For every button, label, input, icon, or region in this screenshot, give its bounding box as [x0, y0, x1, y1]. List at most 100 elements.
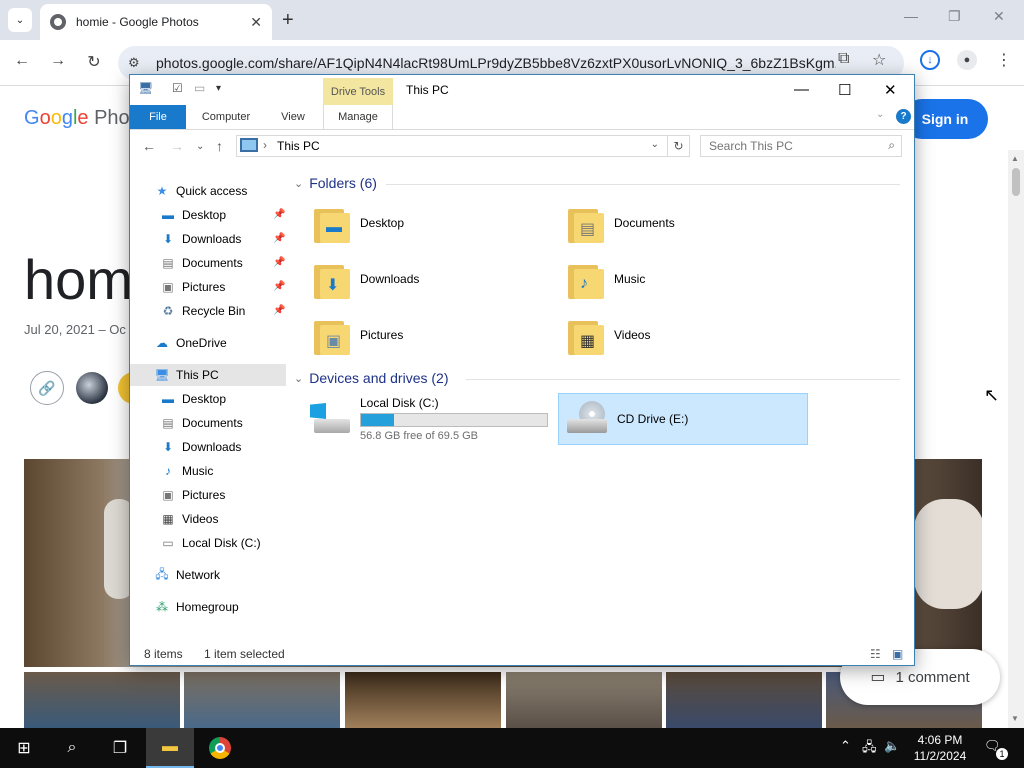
- profile-icon[interactable]: ●: [957, 50, 977, 70]
- menu-kebab-icon[interactable]: ⋮: [996, 50, 1012, 70]
- file-explorer-taskbar-icon[interactable]: ▬: [146, 728, 194, 768]
- expand-ribbon-icon[interactable]: ⌄: [876, 109, 884, 120]
- nav-quick-desktop[interactable]: ▬ Desktop: [160, 204, 226, 226]
- maximize-icon[interactable]: ☐: [838, 81, 851, 99]
- tab-close-icon[interactable]: ✕: [250, 14, 262, 31]
- network-tray-icon[interactable]: 🖧: [862, 738, 877, 760]
- scroll-down-icon[interactable]: ▼: [1011, 714, 1019, 723]
- tab-view[interactable]: View: [268, 105, 318, 129]
- search-input[interactable]: [701, 136, 877, 156]
- avatar[interactable]: [76, 372, 108, 404]
- album-photo-thumb[interactable]: [506, 672, 662, 728]
- nav-quick-documents[interactable]: ▤ Documents: [160, 252, 242, 274]
- page-scrollbar[interactable]: ▲ ▼: [1008, 150, 1024, 728]
- nav-pc-music[interactable]: ♪ Music: [160, 460, 213, 482]
- folder-documents[interactable]: ▤ Documents: [568, 199, 808, 247]
- nav-quick-pictures[interactable]: ▣ Pictures: [160, 276, 225, 298]
- breadcrumb[interactable]: This PC: [277, 139, 320, 153]
- album-photo-thumb[interactable]: [345, 672, 501, 728]
- new-tab-icon[interactable]: +: [282, 8, 294, 32]
- back-icon[interactable]: ←: [12, 52, 32, 70]
- search-icon[interactable]: ⌕: [48, 728, 96, 768]
- tab-computer[interactable]: Computer: [192, 105, 260, 129]
- nav-pc-downloads[interactable]: ⬇ Downloads: [160, 436, 241, 458]
- search-box[interactable]: ⌕: [700, 135, 902, 157]
- scrollbar-thumb[interactable]: [1012, 168, 1020, 196]
- folder-desktop[interactable]: ▬ Desktop: [314, 199, 554, 247]
- nav-onedrive[interactable]: ☁ OneDrive: [154, 332, 227, 354]
- link-icon[interactable]: 🔗: [30, 371, 64, 405]
- minimize-icon[interactable]: —: [794, 81, 809, 98]
- close-icon[interactable]: ✕: [993, 8, 1005, 25]
- nav-quick-access[interactable]: ★ Quick access: [154, 180, 248, 202]
- recent-locations-icon[interactable]: ⌄: [196, 141, 204, 152]
- drive-local-disk[interactable]: Local Disk (C:) 56.8 GB free of 69.5 GB: [308, 393, 558, 445]
- desktop-icon: ▬: [162, 392, 174, 406]
- refresh-icon[interactable]: ↻: [667, 135, 689, 157]
- nav-recycle-bin[interactable]: ♻ Recycle Bin: [160, 300, 246, 322]
- help-icon[interactable]: ?: [896, 109, 911, 124]
- folder-videos[interactable]: ▦ Videos: [568, 311, 808, 359]
- tab-search-chevron-icon[interactable]: ⌄: [8, 8, 32, 32]
- album-photo-thumb[interactable]: [24, 672, 180, 728]
- back-icon[interactable]: ←: [142, 138, 156, 154]
- pin-icon[interactable]: 📌: [273, 305, 285, 316]
- drive-cd-e[interactable]: CD Drive (E:): [558, 393, 808, 445]
- download-icon[interactable]: ↓: [920, 50, 940, 70]
- folder-downloads[interactable]: ⬇ Downloads: [314, 255, 554, 303]
- chrome-taskbar-icon[interactable]: [196, 728, 244, 768]
- bookmark-star-icon[interactable]: ☆: [872, 50, 886, 70]
- details-view-icon[interactable]: ☷: [870, 647, 881, 661]
- task-view-icon[interactable]: ❐: [96, 728, 144, 768]
- explorer-title-bar[interactable]: 🖥 ☑ ▭ ▾ Drive Tools This PC — ☐ ✕: [130, 75, 914, 105]
- site-info-icon[interactable]: ⚙: [128, 55, 140, 71]
- show-hidden-icons-icon[interactable]: ⌃: [840, 738, 851, 754]
- address-bar[interactable]: › This PC ⌄ ↻: [236, 135, 690, 157]
- folder-pictures[interactable]: ▣ Pictures: [314, 311, 554, 359]
- status-selection: 1 item selected: [204, 647, 285, 661]
- scroll-up-icon[interactable]: ▲: [1011, 154, 1019, 163]
- pin-icon[interactable]: 📌: [273, 209, 285, 220]
- restore-icon[interactable]: ❐: [948, 8, 961, 25]
- folders-section-header[interactable]: ⌄ Folders (6): [294, 175, 377, 191]
- google-photos-logo[interactable]: Google Pho: [24, 107, 130, 130]
- nav-pc-desktop[interactable]: ▬ Desktop: [160, 388, 226, 410]
- album-photo-thumb[interactable]: [666, 672, 822, 728]
- forward-icon[interactable]: →: [170, 138, 184, 154]
- nav-quick-downloads[interactable]: ⬇ Downloads: [160, 228, 241, 250]
- close-icon[interactable]: ✕: [884, 81, 897, 99]
- reload-icon[interactable]: ↻: [84, 52, 104, 72]
- minimize-icon[interactable]: —: [904, 8, 918, 24]
- properties-icon[interactable]: ☑: [172, 81, 183, 95]
- nav-pc-documents[interactable]: ▤ Documents: [160, 412, 242, 434]
- nav-homegroup[interactable]: ⁂ Homegroup: [154, 596, 239, 618]
- pin-icon[interactable]: 📌: [273, 233, 285, 244]
- new-folder-icon[interactable]: ▭: [194, 81, 205, 95]
- volume-icon[interactable]: 🔈: [884, 738, 900, 754]
- collapse-chevron-icon[interactable]: ⌄: [294, 177, 303, 190]
- forward-icon[interactable]: →: [48, 52, 68, 70]
- folder-music[interactable]: ♪ Music: [568, 255, 808, 303]
- clock[interactable]: 4:06 PM 11/2/2024: [908, 732, 972, 764]
- windows-start-icon[interactable]: ⊞: [0, 728, 48, 768]
- devices-section-header[interactable]: ⌄ Devices and drives (2): [294, 370, 449, 386]
- tab-file[interactable]: File: [130, 105, 186, 129]
- nav-pc-videos[interactable]: ▦ Videos: [160, 508, 218, 530]
- album-photo-thumb[interactable]: [184, 672, 340, 728]
- tab-manage[interactable]: Manage: [323, 105, 393, 129]
- browser-tab[interactable]: homie - Google Photos ✕: [40, 4, 272, 40]
- nav-network[interactable]: 🖧 Network: [154, 564, 220, 586]
- pin-icon[interactable]: 📌: [273, 281, 285, 292]
- breadcrumb-chevron-icon[interactable]: ›: [263, 138, 267, 152]
- customize-qat-icon[interactable]: ▾: [216, 83, 221, 94]
- install-app-icon[interactable]: ⧉: [838, 50, 849, 68]
- up-icon[interactable]: ↑: [216, 138, 223, 154]
- large-icons-view-icon[interactable]: ▣: [892, 647, 903, 661]
- nav-this-pc[interactable]: 🖥 This PC: [130, 364, 286, 386]
- address-dropdown-icon[interactable]: ⌄: [651, 139, 659, 150]
- url-text[interactable]: photos.google.com/share/AF1QipN4N4lacRt9…: [156, 55, 836, 71]
- collapse-chevron-icon[interactable]: ⌄: [294, 372, 303, 385]
- pin-icon[interactable]: 📌: [273, 257, 285, 268]
- nav-pc-pictures[interactable]: ▣ Pictures: [160, 484, 225, 506]
- nav-local-disk[interactable]: ▭ Local Disk (C:): [160, 532, 260, 554]
